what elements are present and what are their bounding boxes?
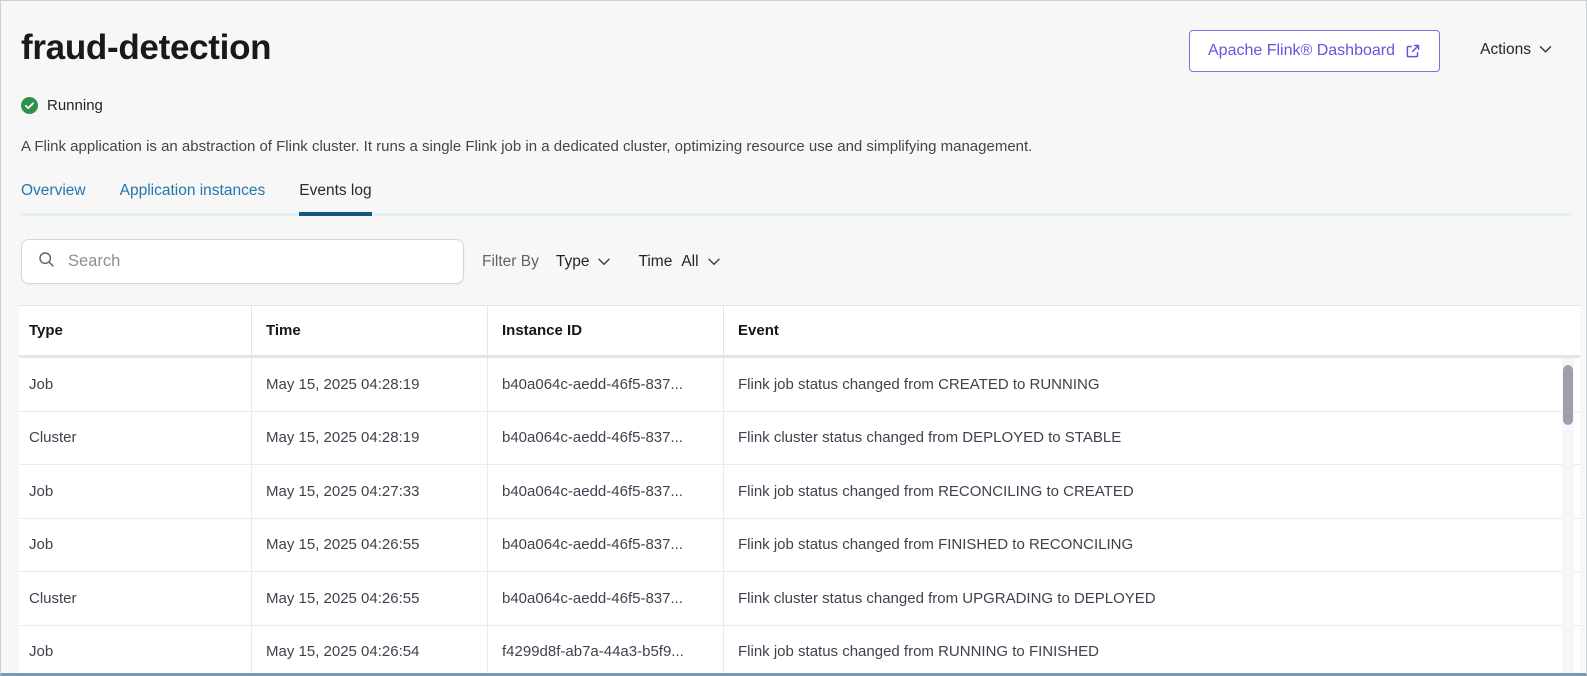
events-table: Type Time Instance ID Event Job May 15, … bbox=[19, 305, 1580, 676]
status-label: Running bbox=[47, 97, 103, 114]
table-row: Cluster May 15, 2025 04:28:19 b40a064c-a… bbox=[19, 412, 1580, 466]
scrollbar-thumb[interactable] bbox=[1563, 365, 1573, 425]
column-header-event: Event bbox=[724, 306, 1580, 355]
cell-type: Cluster bbox=[19, 572, 252, 625]
cell-instance-id: f4299d8f-ab7a-44a3-b5f9... bbox=[488, 626, 724, 676]
chevron-down-icon bbox=[598, 253, 610, 271]
table-scrollbar[interactable] bbox=[1562, 358, 1574, 676]
application-description: A Flink application is an abstraction of… bbox=[21, 138, 1586, 155]
cell-event: Flink cluster status changed from DEPLOY… bbox=[724, 412, 1580, 465]
cell-event: Flink job status changed from FINISHED t… bbox=[724, 519, 1580, 572]
cell-instance-id: b40a064c-aedd-46f5-837... bbox=[488, 519, 724, 572]
search-input[interactable] bbox=[68, 252, 447, 271]
column-header-time: Time bbox=[252, 306, 488, 355]
table-row: Cluster May 15, 2025 04:26:55 b40a064c-a… bbox=[19, 572, 1580, 626]
tab-application-instances[interactable]: Application instances bbox=[120, 182, 266, 213]
cell-type: Job bbox=[19, 358, 252, 411]
table-row: Job May 15, 2025 04:28:19 b40a064c-aedd-… bbox=[19, 358, 1580, 412]
external-link-icon bbox=[1405, 43, 1421, 59]
table-row: Job May 15, 2025 04:26:54 f4299d8f-ab7a-… bbox=[19, 626, 1580, 676]
chevron-down-icon bbox=[1539, 41, 1552, 59]
cell-type: Job bbox=[19, 626, 252, 676]
cell-event: Flink cluster status changed from UPGRAD… bbox=[724, 572, 1580, 625]
table-header-row: Type Time Instance ID Event bbox=[19, 305, 1580, 358]
cell-type: Job bbox=[19, 519, 252, 572]
dashboard-button-label: Apache Flink® Dashboard bbox=[1208, 42, 1395, 60]
type-filter-dropdown[interactable]: Type bbox=[556, 253, 611, 271]
cell-time: May 15, 2025 04:26:54 bbox=[252, 626, 488, 676]
table-row: Job May 15, 2025 04:27:33 b40a064c-aedd-… bbox=[19, 465, 1580, 519]
apache-flink-dashboard-button[interactable]: Apache Flink® Dashboard bbox=[1189, 30, 1440, 72]
cell-event: Flink job status changed from RUNNING to… bbox=[724, 626, 1580, 676]
events-toolbar: Filter By Type Time All bbox=[21, 239, 1586, 284]
cell-instance-id: b40a064c-aedd-46f5-837... bbox=[488, 412, 724, 465]
cell-type: Cluster bbox=[19, 412, 252, 465]
time-filter-dropdown[interactable]: Time All bbox=[638, 253, 719, 271]
tabs-bar: Overview Application instances Events lo… bbox=[21, 182, 1572, 216]
tab-events-log[interactable]: Events log bbox=[299, 182, 371, 216]
table-row: Job May 15, 2025 04:26:55 b40a064c-aedd-… bbox=[19, 519, 1580, 573]
cell-time: May 15, 2025 04:26:55 bbox=[252, 519, 488, 572]
cell-time: May 15, 2025 04:28:19 bbox=[252, 358, 488, 411]
table-body: Job May 15, 2025 04:28:19 b40a064c-aedd-… bbox=[19, 358, 1580, 676]
chevron-down-icon bbox=[708, 253, 720, 271]
cell-event: Flink job status changed from RECONCILIN… bbox=[724, 465, 1580, 518]
type-filter-label: Type bbox=[556, 253, 590, 271]
column-header-instance-id: Instance ID bbox=[488, 306, 724, 355]
cell-time: May 15, 2025 04:27:33 bbox=[252, 465, 488, 518]
flink-application-page: fraud-detection Apache Flink® Dashboard … bbox=[0, 0, 1587, 676]
actions-menu-button[interactable]: Actions bbox=[1480, 41, 1552, 59]
time-filter-label: Time bbox=[638, 253, 672, 271]
search-icon bbox=[38, 251, 55, 273]
tab-overview[interactable]: Overview bbox=[21, 182, 86, 213]
status-running-icon bbox=[21, 97, 38, 114]
time-filter-value: All bbox=[681, 253, 698, 271]
cell-time: May 15, 2025 04:28:19 bbox=[252, 412, 488, 465]
search-box bbox=[21, 239, 464, 284]
cell-instance-id: b40a064c-aedd-46f5-837... bbox=[488, 572, 724, 625]
filter-by-label: Filter By bbox=[482, 253, 539, 271]
cell-time: May 15, 2025 04:26:55 bbox=[252, 572, 488, 625]
cell-event: Flink job status changed from CREATED to… bbox=[724, 358, 1580, 411]
cell-instance-id: b40a064c-aedd-46f5-837... bbox=[488, 465, 724, 518]
cell-type: Job bbox=[19, 465, 252, 518]
column-header-type: Type bbox=[19, 306, 252, 355]
actions-label: Actions bbox=[1480, 41, 1531, 59]
cell-instance-id: b40a064c-aedd-46f5-837... bbox=[488, 358, 724, 411]
status-badge: Running bbox=[21, 97, 1586, 114]
